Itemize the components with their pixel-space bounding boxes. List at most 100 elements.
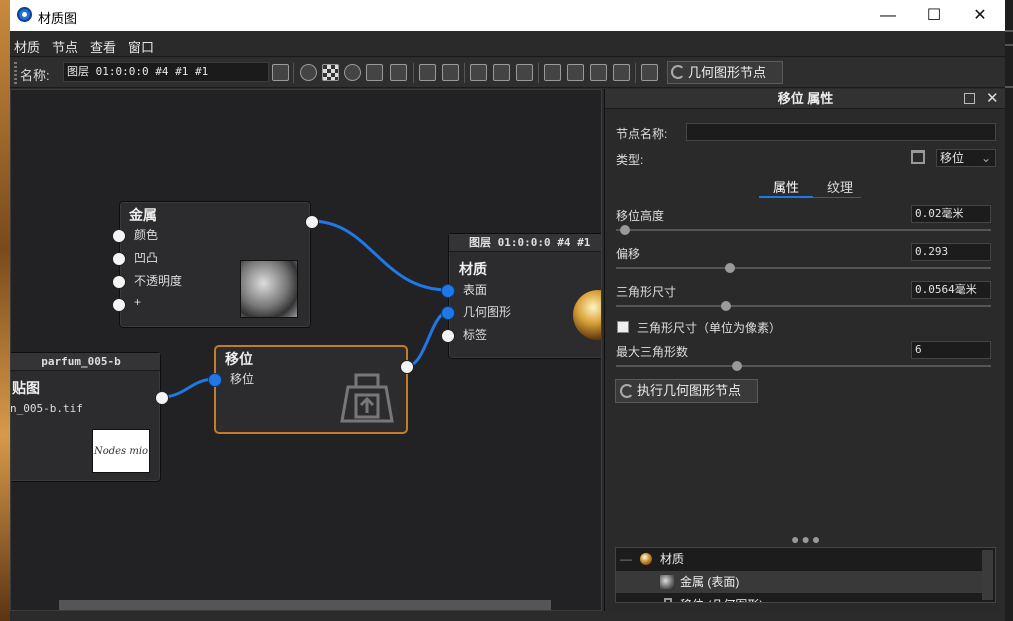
offset-slider[interactable]: [616, 263, 991, 273]
title-bar: 材质图 — ☐ ✕: [10, 0, 1005, 31]
refresh-preview-icon[interactable]: [344, 64, 361, 81]
max-triangles-field[interactable]: 6: [911, 341, 991, 359]
texture-thumbnail: Nodes mio: [92, 429, 150, 473]
add-node-icon[interactable]: [470, 64, 487, 81]
displacement-port-input[interactable]: [208, 373, 222, 387]
checker-icon[interactable]: [322, 64, 339, 81]
close-button[interactable]: ✕: [957, 0, 1003, 31]
node-name-label: 节点名称:: [616, 127, 668, 141]
texture-filename: n_005-b.tif: [10, 402, 83, 415]
minimize-button[interactable]: —: [865, 0, 911, 31]
max-triangles-slider[interactable]: [616, 361, 991, 371]
offset-knob[interactable]: [725, 263, 735, 273]
window-title: 材质图: [38, 11, 78, 26]
duplicate-icon[interactable]: [419, 64, 436, 81]
material-port-geometry[interactable]: [441, 306, 455, 320]
displacement-output-port[interactable]: [400, 360, 414, 374]
displacement-height-knob[interactable]: [620, 225, 630, 235]
scatter-node-icon[interactable]: [516, 64, 533, 81]
name-label: 名称:: [20, 68, 50, 83]
menu-window[interactable]: 窗口: [128, 37, 154, 56]
graph-icon[interactable]: [567, 64, 584, 81]
material-preview-sphere: [573, 290, 601, 340]
material-port-label-label: 标签: [463, 328, 488, 342]
refresh-icon: [620, 384, 634, 398]
layout-icon[interactable]: [544, 64, 561, 81]
tree-item-metal[interactable]: 金属 (表面): [616, 571, 984, 593]
material-port-label[interactable]: [441, 329, 455, 343]
displacement-height-field[interactable]: 0.02毫米: [911, 205, 991, 223]
texture-node[interactable]: parfum_005-b 贴图 n_005-b.tif Nodes mio: [10, 352, 169, 482]
delete-icon[interactable]: [442, 64, 459, 81]
tab-properties[interactable]: 属性: [773, 177, 799, 196]
geometry-node-button[interactable]: 几何图形节点: [667, 61, 783, 84]
refresh-icon: [671, 65, 685, 79]
displacement-height-slider[interactable]: [616, 225, 991, 235]
displacement-icon: [340, 373, 394, 423]
tree-vertical-scrollbar[interactable]: [982, 550, 993, 600]
fit-view-icon[interactable]: [590, 64, 607, 81]
tree-item-displacement[interactable]: 移位 (几何图形): [616, 594, 984, 602]
dots-node-icon[interactable]: [493, 64, 510, 81]
tree-item-material[interactable]: — 材质: [616, 548, 984, 570]
material-node-title: 材质: [459, 261, 487, 277]
metal-port-add-label: +: [134, 295, 142, 309]
desktop-background-right: [1004, 0, 1013, 621]
panel-title: 移位 属性: [605, 89, 1005, 109]
save-icon[interactable]: [272, 64, 289, 81]
displacement-height-label: 移位高度: [616, 209, 665, 223]
metal-port-bump[interactable]: [112, 252, 126, 266]
splitter-dots-icon[interactable]: ●●●: [791, 531, 822, 547]
displacement-node-title: 移位: [225, 351, 253, 367]
metal-port-add[interactable]: [112, 298, 126, 312]
menu-view[interactable]: 查看: [90, 37, 116, 56]
metal-node[interactable]: 金属 颜色 凹凸 不透明度 +: [112, 201, 319, 328]
pixel-units-label: 三角形尺寸（单位为像素）: [637, 321, 782, 335]
type-dropdown[interactable]: 移位 ⌄: [936, 149, 996, 167]
menu-node[interactable]: 节点: [52, 37, 78, 56]
trash-icon[interactable]: [911, 150, 925, 164]
pixel-units-checkbox[interactable]: [617, 321, 629, 333]
displacement-small-icon: [664, 598, 672, 602]
material-port-surface[interactable]: [441, 284, 455, 298]
toolbar: 名称: 图层 01:0:0:0 #4 #1 #1 几何图形节点: [10, 58, 1005, 88]
settings-sliders-icon[interactable]: [366, 64, 383, 81]
properties-panel: 移位 属性 ✕ 节点名称: 类型: 移位 ⌄ 属性 纹理 移位高度 0.02毫米 …: [604, 89, 1005, 611]
triangle-size-slider[interactable]: [616, 301, 991, 311]
canvas-horizontal-scrollbar[interactable]: [59, 600, 551, 610]
material-node-header: 图层 01:0:0:0 #4 #1: [449, 234, 601, 252]
type-label: 类型:: [616, 153, 644, 167]
desktop-background: [0, 0, 10, 621]
undock-icon[interactable]: [964, 93, 975, 104]
texture-output-port[interactable]: [155, 391, 169, 405]
metal-port-color[interactable]: [112, 229, 126, 243]
name-field[interactable]: 图层 01:0:0:0 #4 #1 #1: [63, 62, 269, 82]
sphere-preview-icon[interactable]: [300, 64, 317, 81]
metal-texture-icon: [660, 575, 674, 589]
panel-close-icon[interactable]: ✕: [986, 89, 999, 107]
node-name-field[interactable]: [686, 123, 996, 141]
displacement-icon[interactable]: [390, 64, 407, 81]
texture-node-title: 贴图: [12, 380, 40, 396]
max-triangles-knob[interactable]: [732, 361, 742, 371]
material-port-geometry-label: 几何图形: [463, 305, 512, 319]
metal-preview-thumbnail: [240, 260, 298, 318]
zoom-100-icon[interactable]: [613, 64, 630, 81]
maximize-button[interactable]: ☐: [911, 0, 957, 31]
offset-field[interactable]: 0.293: [911, 243, 991, 261]
toolbar-grip-icon[interactable]: [14, 62, 17, 84]
menu-material[interactable]: 材质: [14, 37, 40, 56]
material-node[interactable]: 图层 01:0:0:0 #4 #1 材质 表面 几何图形 标签: [441, 233, 601, 359]
metal-output-port[interactable]: [305, 215, 319, 229]
displacement-node[interactable]: 移位 移位: [208, 346, 414, 433]
triangle-size-knob[interactable]: [721, 301, 731, 311]
execute-geometry-button[interactable]: 执行几何图形节点: [615, 379, 758, 403]
material-sphere-icon: [640, 553, 652, 565]
tab-properties-underline: [759, 196, 813, 198]
metal-port-opacity[interactable]: [112, 275, 126, 289]
tab-texture[interactable]: 纹理: [827, 177, 853, 196]
node-graph-canvas[interactable]: 金属 颜色 凹凸 不透明度 + 图层 01:0:0:0 #4 #1 材质 表面 …: [10, 89, 602, 611]
triangle-size-field[interactable]: 0.0564毫米: [911, 281, 991, 299]
branch-icon[interactable]: [641, 64, 658, 81]
app-icon: [17, 7, 32, 22]
